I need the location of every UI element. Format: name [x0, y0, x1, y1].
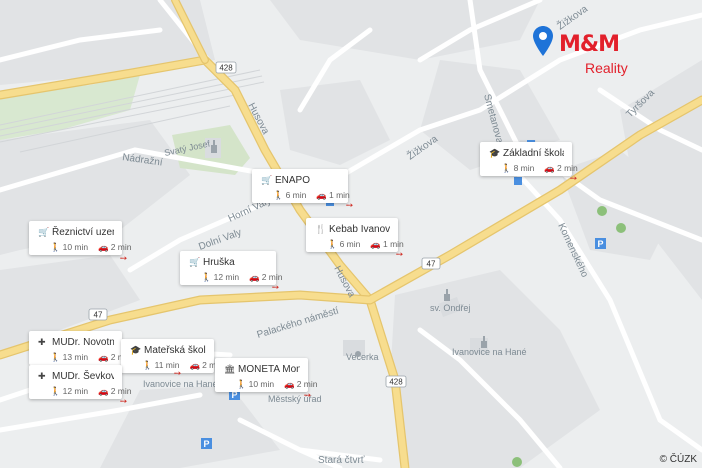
poi-card-mudr-novotna[interactable]: ✚MUDr. Novotná ... 🚶13 min🚗2 min — [29, 331, 132, 365]
fork-knife-icon: 🍴 — [315, 224, 327, 234]
svg-text:47: 47 — [94, 311, 103, 320]
logo-brand: M&M — [559, 32, 620, 57]
walk-time: 10 min — [62, 242, 89, 252]
poi-name: MONETA Money ... — [238, 364, 300, 375]
copyright: © ČÚZK — [659, 454, 697, 465]
drive-time: 2 min — [556, 163, 578, 173]
drive-time: 1 min — [328, 190, 350, 200]
walk-icon: 🚶 — [201, 272, 212, 282]
walk-time: 6 min — [339, 239, 361, 249]
playground-icon-2 — [616, 223, 626, 233]
parking-icon: P — [595, 238, 606, 249]
cart-icon: 🛒 — [189, 257, 201, 267]
car-icon: 🚗 — [249, 272, 260, 282]
street-label-stara-ctvrt: Stará čtvrť — [318, 455, 365, 466]
car-icon: 🚗 — [316, 190, 327, 200]
poi-name: Kebab Ivanovice — [329, 224, 390, 235]
walk-time: 12 min — [213, 272, 240, 282]
cart-icon: 🛒 — [38, 227, 50, 237]
road-shield-47-left: 47 — [88, 308, 108, 321]
drive-time: 1 min — [382, 239, 404, 249]
walk-icon: 🚶 — [327, 239, 338, 249]
car-icon: 🚗 — [98, 242, 109, 252]
place-label-ivanovice-1: Ivanovice na Hané — [452, 347, 527, 357]
walk-time: 13 min — [62, 352, 89, 362]
poi-name: Řeznictví uzenářs... — [52, 227, 114, 238]
car-icon: 🚗 — [98, 352, 109, 362]
walk-time: 12 min — [62, 386, 89, 396]
poi-card-reznictvi[interactable]: 🛒Řeznictví uzenářs... 🚶10 min 🚗2 min — [29, 221, 132, 255]
location-pin-icon — [533, 26, 553, 56]
logo-sub: Reality — [585, 60, 628, 76]
walk-icon: 🚶 — [50, 386, 61, 396]
school-icon: 🎓 — [489, 148, 501, 158]
car-icon: 🚗 — [98, 386, 109, 396]
poi-name: MUDr. Ševková H... — [52, 371, 114, 382]
walk-icon: 🚶 — [50, 242, 61, 252]
playground-icon-3 — [512, 457, 522, 467]
poi-card-hruska[interactable]: 🛒 Hruška 🚶 12 min 🚗 2 min — [180, 251, 283, 285]
walk-icon: 🚶 — [273, 190, 284, 200]
svg-text:47: 47 — [427, 260, 436, 269]
place-label-ivanovice-2: Ivanovice na Hané — [143, 379, 218, 389]
place-label-sv-ondrej: sv. Ondřej — [430, 303, 470, 313]
drive-time: 2 min — [261, 272, 283, 282]
school-icon: 🎓 — [130, 345, 142, 355]
walk-icon: 🚶 — [142, 360, 153, 370]
walk-icon: 🚶 — [50, 352, 61, 362]
poi-name: ENAPO — [275, 175, 311, 186]
car-icon: 🚗 — [284, 379, 295, 389]
poi-card-mudr-sevkova[interactable]: ✚MUDr. Ševková H... 🚶12 min🚗2 min — [29, 365, 132, 399]
poi-name: Základní škola Iv... — [503, 148, 564, 159]
poi-card-zakladni-skola[interactable]: 🎓Základní škola Iv... 🚶8 min 🚗2 min — [480, 142, 578, 176]
drive-time: 2 min — [110, 242, 132, 252]
car-icon: 🚗 — [370, 239, 381, 249]
cart-icon: 🛒 — [261, 175, 273, 185]
svg-text:P: P — [597, 239, 603, 249]
road-shield-428-top: 428 — [215, 61, 237, 74]
drive-time: 2 min — [296, 379, 318, 389]
car-icon: 🚗 — [189, 360, 201, 370]
bus-stop-icon-2 — [514, 177, 522, 185]
bank-icon: 🏛 — [224, 364, 236, 374]
svg-text:P: P — [203, 439, 209, 449]
walk-time: 6 min — [285, 190, 307, 200]
walk-icon: 🚶 — [501, 163, 512, 173]
walk-time: 10 min — [248, 379, 275, 389]
svg-text:428: 428 — [389, 378, 403, 387]
poi-card-materska-skola[interactable]: 🎓Mateřská škola Iv... 🚶11 min🚗2 min — [121, 339, 223, 373]
poi-name: MUDr. Novotná ... — [52, 337, 114, 348]
mm-reality-logo: M&M Reality — [533, 26, 643, 78]
road-shield-47-right: 47 — [421, 257, 441, 270]
car-icon: 🚗 — [544, 163, 555, 173]
medical-cross-icon: ✚ — [38, 371, 46, 381]
poi-card-moneta[interactable]: 🏛MONETA Money ... 🚶10 min 🚗2 min — [215, 358, 318, 392]
road-shield-428-bottom: 428 — [385, 375, 407, 388]
medical-cross-icon: ✚ — [38, 337, 46, 347]
svg-text:428: 428 — [219, 64, 233, 73]
shop-icon — [355, 351, 361, 357]
poi-name: Mateřská škola Iv... — [144, 345, 206, 356]
poi-card-enapo[interactable]: 🛒 ENAPO 🚶 6 min 🚗 1 min — [252, 169, 350, 203]
playground-icon — [597, 206, 607, 216]
poi-name: Hruška — [203, 257, 235, 268]
walk-time: 8 min — [513, 163, 535, 173]
parking-icon-2: P — [201, 438, 212, 449]
poi-card-kebab[interactable]: 🍴Kebab Ivanovice 🚶6 min 🚗1 min — [306, 218, 404, 252]
place-label-vecerka: Večerka — [346, 352, 379, 362]
walk-icon: 🚶 — [236, 379, 247, 389]
